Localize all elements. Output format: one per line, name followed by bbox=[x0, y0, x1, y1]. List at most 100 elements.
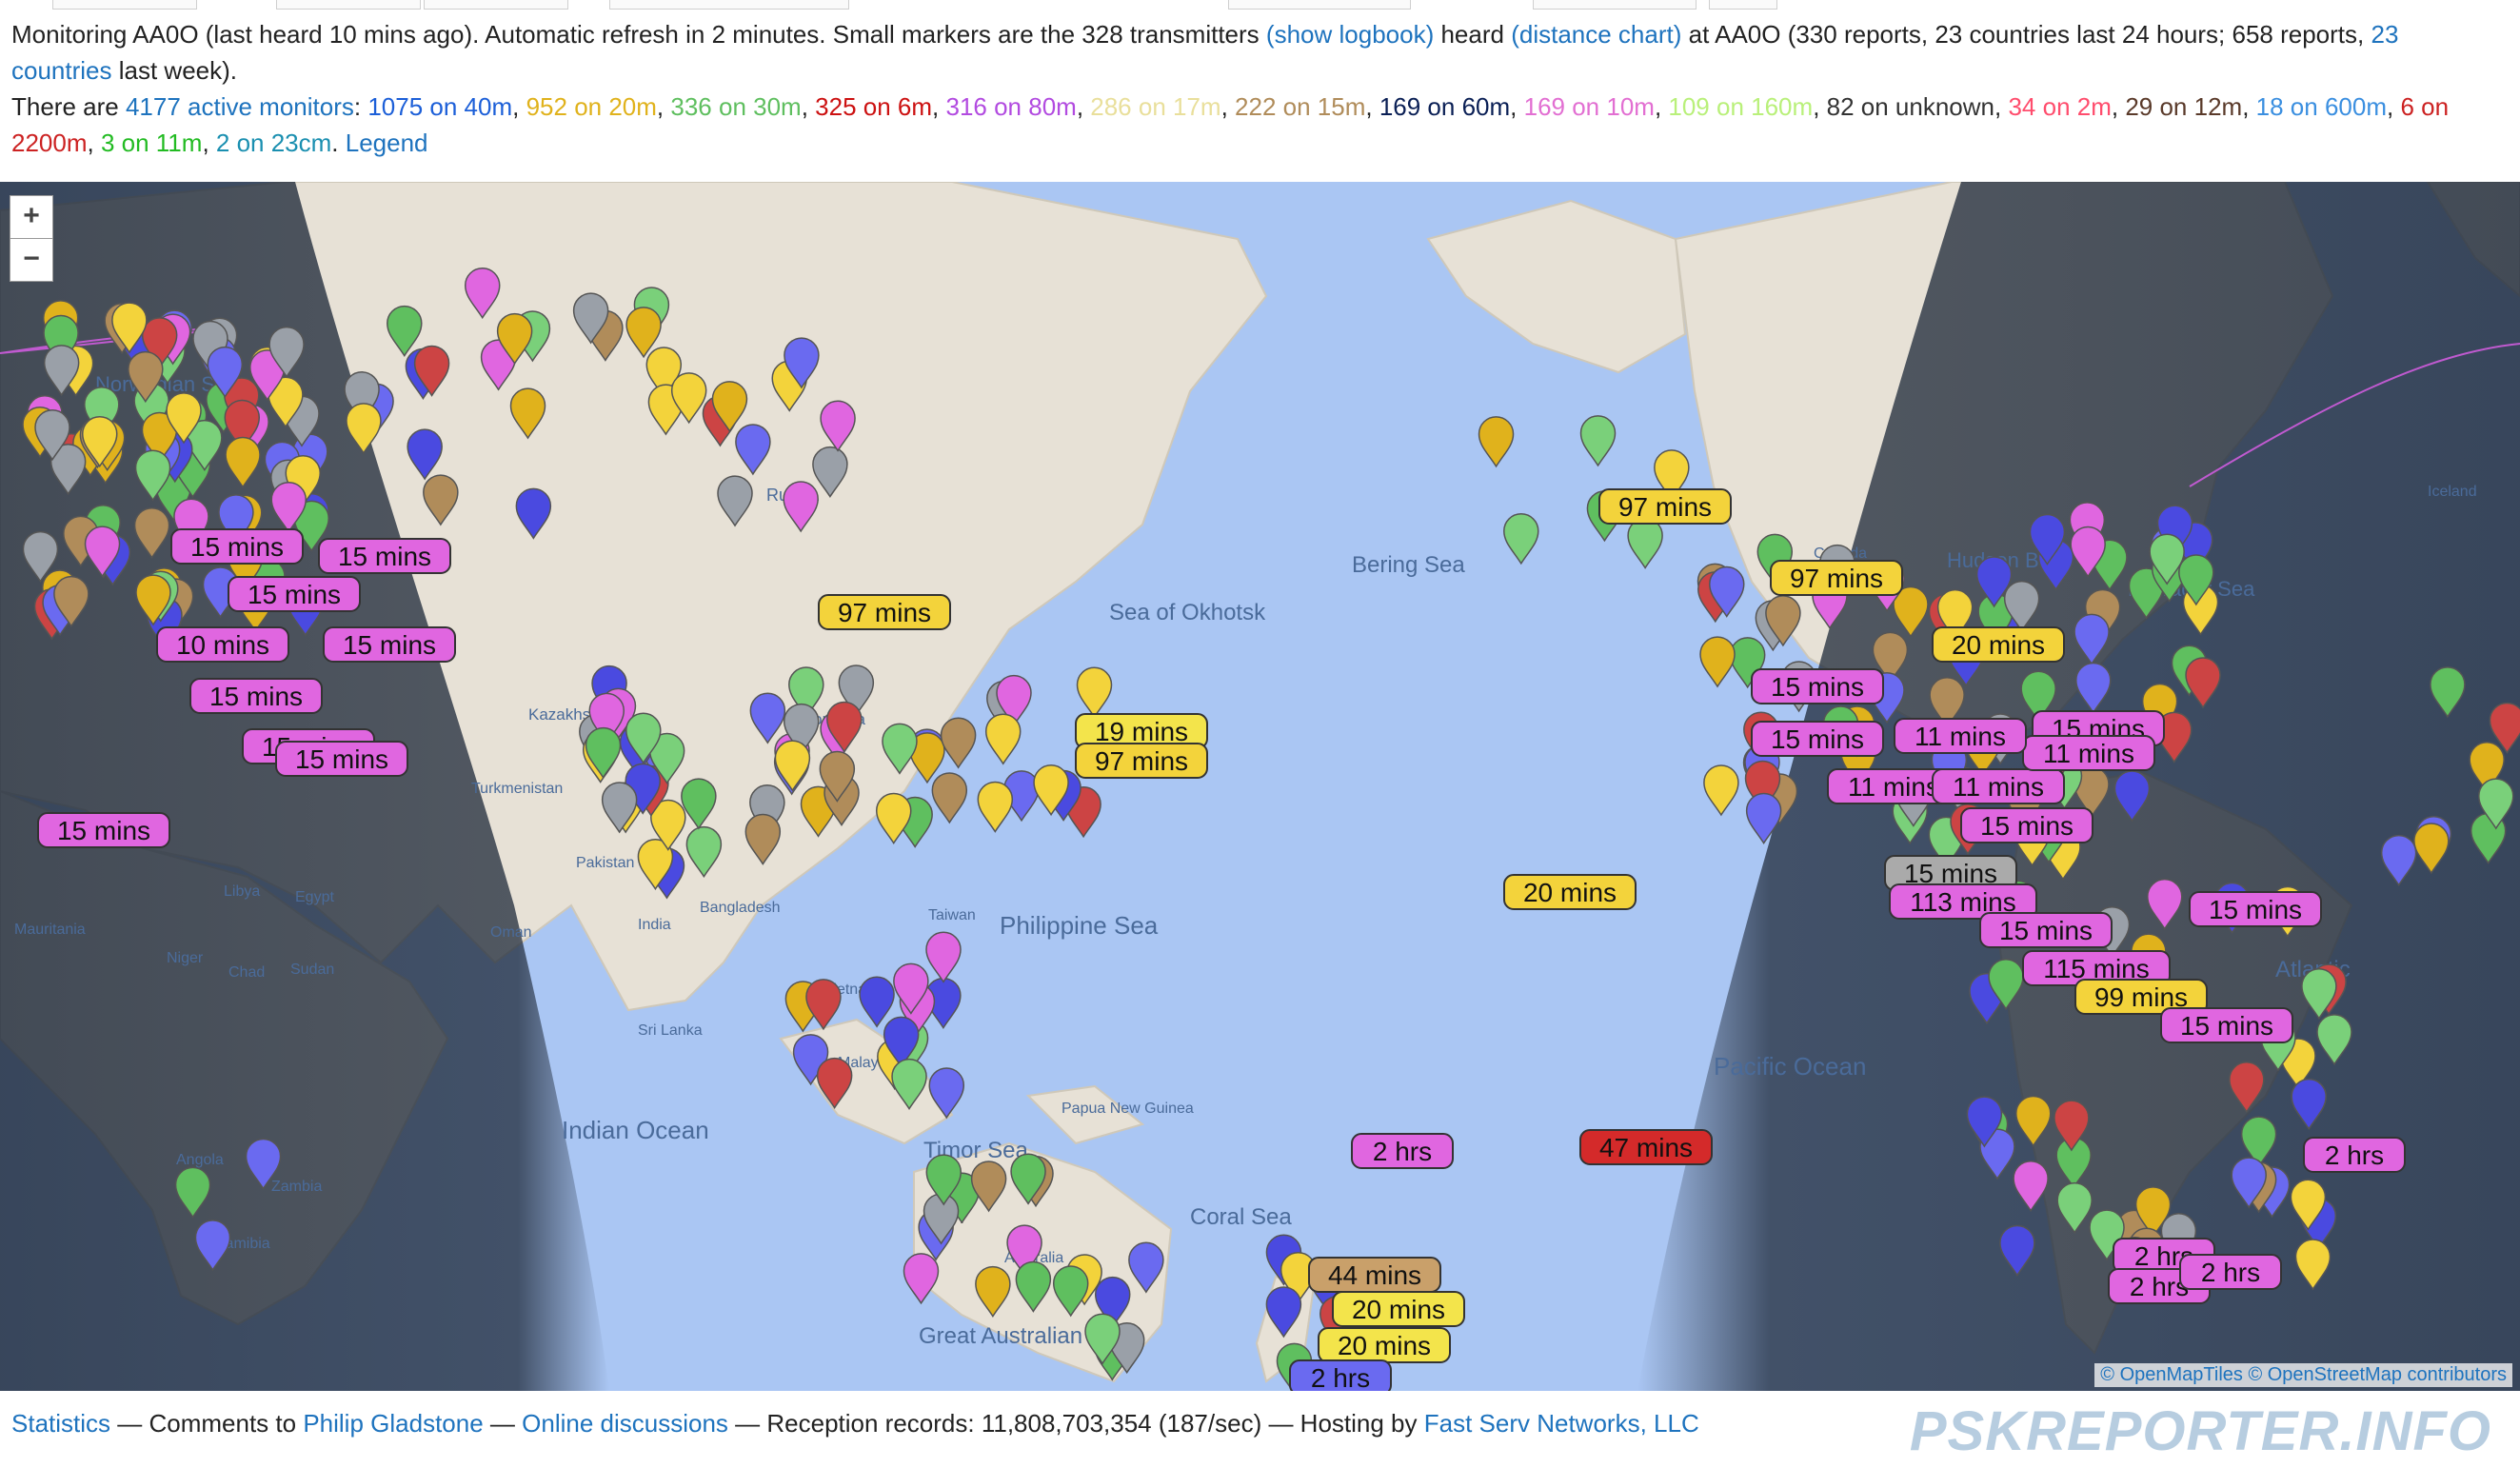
monitor-badge-label: 2 hrs bbox=[1373, 1137, 1432, 1166]
monitor-badge[interactable]: 20 mins bbox=[1932, 626, 2065, 663]
monitor-badge[interactable]: 2 hrs bbox=[2303, 1137, 2406, 1173]
monitor-badge[interactable]: 47 mins bbox=[1579, 1129, 1713, 1165]
there-are-text: There are bbox=[11, 92, 119, 121]
world-map[interactable]: Norwegian SeaRussiaKazakhstanMongoliaSea… bbox=[0, 182, 2520, 1391]
band-count-link[interactable]: 1075 on 40m bbox=[367, 92, 512, 121]
map-label-angola: Angola bbox=[176, 1152, 224, 1168]
browser-top-strip bbox=[0, 0, 2520, 10]
openstreetmap-link[interactable]: © OpenStreetMap contributors bbox=[2248, 1364, 2507, 1385]
monitor-badge-label: 97 mins bbox=[1095, 746, 1188, 776]
band-count-link[interactable]: 169 on 60m bbox=[1379, 92, 1510, 121]
monitor-badge[interactable]: 97 mins bbox=[818, 594, 951, 630]
monitor-badge[interactable]: 2 hrs bbox=[1351, 1133, 1454, 1169]
zoom-out-button[interactable]: − bbox=[10, 238, 53, 282]
band-count-link[interactable]: 325 on 6m bbox=[815, 92, 932, 121]
map-label-sri-lanka: Sri Lanka bbox=[638, 1022, 703, 1039]
monitor-badge[interactable]: 15 mins bbox=[1751, 668, 1884, 704]
monitor-badge-label: 15 mins bbox=[1771, 724, 1864, 754]
monitor-badge-label: 15 mins bbox=[57, 816, 150, 845]
band-count-link[interactable]: 82 on unknown bbox=[1827, 92, 1994, 121]
top-tab[interactable] bbox=[276, 0, 421, 10]
openmaptiles-link[interactable]: © OpenMapTiles bbox=[2100, 1364, 2243, 1385]
monitor-badge-label: 20 mins bbox=[1523, 878, 1617, 907]
top-tab[interactable] bbox=[52, 0, 197, 10]
monitor-badge[interactable]: 2 hrs bbox=[1289, 1359, 1392, 1391]
monitor-badge[interactable]: 97 mins bbox=[1075, 743, 1208, 779]
site-logo[interactable]: PSKREPORTER.INFO bbox=[1910, 1399, 2491, 1463]
map-label-coral-sea: Coral Sea bbox=[1190, 1204, 1292, 1230]
monitor-badge[interactable]: 2 hrs bbox=[2179, 1254, 2282, 1290]
monitor-badge[interactable]: 15 mins bbox=[1751, 721, 1884, 757]
monitor-badge[interactable]: 15 mins bbox=[275, 741, 408, 777]
monitor-badge[interactable]: 15 mins bbox=[323, 626, 456, 663]
monitor-badge-label: 2 hrs bbox=[1311, 1363, 1370, 1391]
top-tab[interactable] bbox=[1709, 0, 1777, 10]
band-count-link[interactable]: 3 on 11m bbox=[101, 129, 202, 157]
online-discussions-link[interactable]: Online discussions bbox=[522, 1409, 728, 1438]
monitor-badge[interactable]: 44 mins bbox=[1308, 1257, 1441, 1293]
map-label-oman: Oman bbox=[490, 924, 532, 941]
monitor-badge[interactable]: 15 mins bbox=[318, 538, 451, 574]
band-count-link[interactable]: 29 on 12m bbox=[2125, 92, 2242, 121]
monitor-badge[interactable]: 15 mins bbox=[2189, 891, 2322, 927]
dash-text: — bbox=[489, 1409, 515, 1438]
monitor-badge[interactable]: 20 mins bbox=[1318, 1327, 1451, 1363]
monitor-badge-label: 20 mins bbox=[1952, 630, 2045, 660]
band-count-link[interactable]: 336 on 30m bbox=[670, 92, 801, 121]
map-label-niger: Niger bbox=[167, 950, 204, 966]
legend-link[interactable]: Legend bbox=[346, 129, 428, 157]
monitor-badge-label: 15 mins bbox=[1980, 811, 2074, 841]
band-count-link[interactable]: 952 on 20m bbox=[526, 92, 657, 121]
map-label-papua-new-guinea: Papua New Guinea bbox=[1062, 1101, 1194, 1117]
distance-chart-link[interactable]: (distance chart) bbox=[1511, 20, 1681, 49]
band-count-link[interactable]: 222 on 15m bbox=[1235, 92, 1365, 121]
band-count-link[interactable]: 18 on 600m bbox=[2256, 92, 2387, 121]
monitor-badge[interactable]: 20 mins bbox=[1503, 874, 1637, 910]
monitor-badge[interactable]: 10 mins bbox=[156, 626, 289, 663]
band-count-link[interactable]: 169 on 10m bbox=[1524, 92, 1655, 121]
monitor-badge-label: 20 mins bbox=[1338, 1331, 1431, 1360]
comments-to-text: — Comments to bbox=[117, 1409, 297, 1438]
active-monitors-link[interactable]: 4177 active monitors bbox=[126, 92, 354, 121]
top-tab[interactable] bbox=[609, 0, 849, 10]
statistics-link[interactable]: Statistics bbox=[11, 1409, 110, 1438]
band-count-link[interactable]: 34 on 2m bbox=[2008, 92, 2111, 121]
monitor-badge-label: 15 mins bbox=[295, 744, 388, 774]
band-count-link[interactable]: 316 on 80m bbox=[945, 92, 1076, 121]
monitor-badge[interactable]: 15 mins bbox=[170, 528, 304, 565]
heard-text: heard bbox=[1440, 20, 1504, 49]
monitor-badge[interactable]: 11 mins bbox=[1932, 768, 2065, 804]
monitor-badge-label: 97 mins bbox=[838, 598, 931, 627]
map-label-mauritania: Mauritania bbox=[14, 922, 86, 938]
map-canvas[interactable]: Norwegian SeaRussiaKazakhstanMongoliaSea… bbox=[0, 182, 2520, 1391]
top-tab[interactable] bbox=[1228, 0, 1411, 10]
monitoring-text: Monitoring AA0O (last heard 10 mins ago)… bbox=[11, 20, 1260, 49]
author-link[interactable]: Philip Gladstone bbox=[303, 1409, 483, 1438]
band-count-link[interactable]: 109 on 160m bbox=[1668, 92, 1813, 121]
monitor-badge[interactable]: 11 mins bbox=[1894, 718, 2027, 754]
monitor-badge[interactable]: 15 mins bbox=[228, 576, 361, 612]
monitor-badge[interactable]: 15 mins bbox=[2160, 1007, 2293, 1043]
band-count-link[interactable]: 2 on 23cm bbox=[216, 129, 331, 157]
top-tab[interactable] bbox=[1533, 0, 1697, 10]
band-count-link[interactable]: 286 on 17m bbox=[1090, 92, 1220, 121]
monitor-badge-label: 20 mins bbox=[1352, 1295, 1445, 1324]
zoom-in-button[interactable]: + bbox=[10, 195, 53, 239]
monitor-badge-label: 10 mins bbox=[176, 630, 269, 660]
monitor-badge-label: 15 mins bbox=[2180, 1011, 2273, 1041]
map-label-turkmenistan: Turkmenistan bbox=[471, 781, 563, 797]
monitor-badge[interactable]: 97 mins bbox=[1770, 560, 1903, 596]
monitor-badge-label: 11 mins bbox=[1915, 722, 2006, 751]
monitor-badge[interactable]: 97 mins bbox=[1598, 488, 1732, 525]
monitor-badge[interactable]: 15 mins bbox=[189, 678, 323, 714]
monitor-badge[interactable]: 20 mins bbox=[1332, 1291, 1465, 1327]
show-logbook-link[interactable]: (show logbook) bbox=[1266, 20, 1434, 49]
monitor-badge-label: 15 mins bbox=[2209, 895, 2302, 924]
top-tab[interactable] bbox=[424, 0, 568, 10]
monitor-badge[interactable]: 15 mins bbox=[1979, 912, 2113, 948]
monitor-badge[interactable]: 11 mins bbox=[2022, 735, 2155, 771]
hosting-link[interactable]: Fast Serv Networks, LLC bbox=[1424, 1409, 1699, 1438]
map-label-pacific-ocean: Pacific Ocean bbox=[1714, 1052, 1866, 1081]
monitor-badge[interactable]: 15 mins bbox=[37, 812, 170, 848]
monitor-badge[interactable]: 15 mins bbox=[1960, 807, 2093, 843]
